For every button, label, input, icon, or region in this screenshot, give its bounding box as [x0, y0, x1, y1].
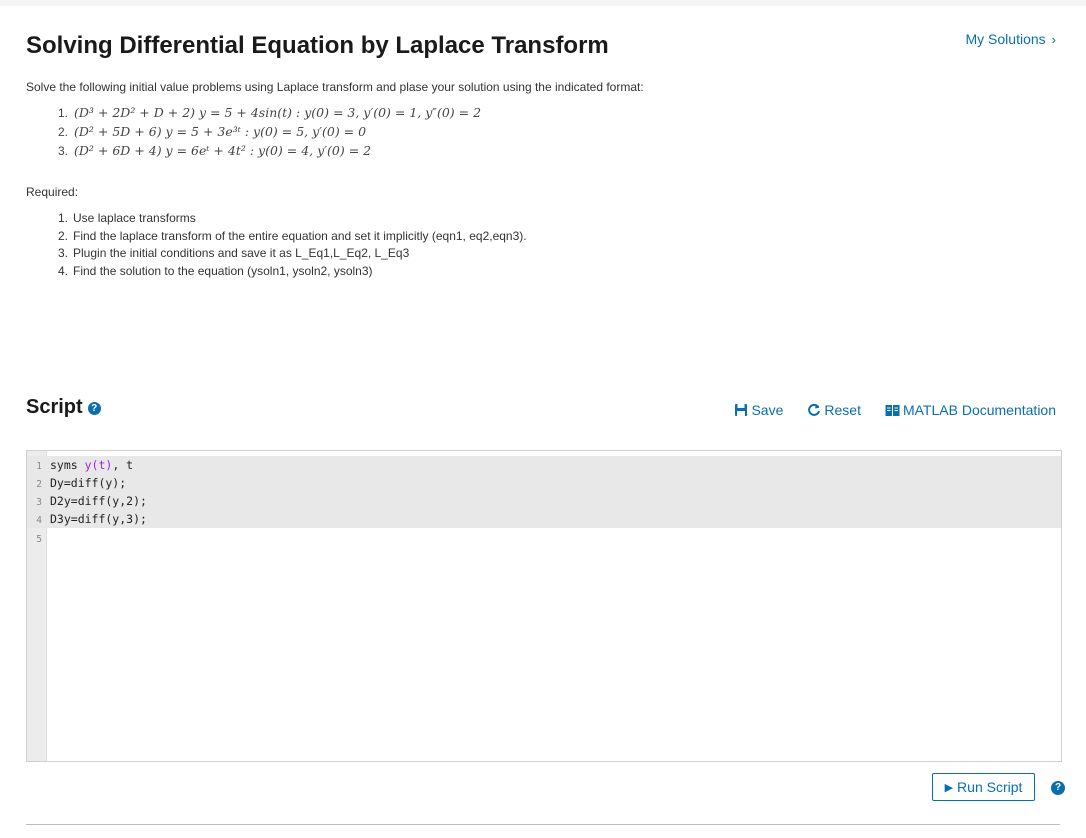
problem-intro: Solve the following initial value proble…: [26, 80, 644, 94]
required-list: 1. Use laplace transforms 2. Find the lapl…: [58, 210, 527, 280]
equation-text: (D² + 6D + 4) y = 6eᵗ + 4t² : y(0) = 4, …: [74, 143, 372, 158]
equation-item: 1. (D³ + 2D² + D + 2) y = 5 + 4sin(t) : y…: [58, 105, 482, 120]
equation-item: 3. (D² + 6D + 4) y = 6eᵗ + 4t² : y(0) = 4…: [58, 143, 372, 158]
required-item: 3. Plugin the initial conditions and save…: [58, 246, 410, 260]
equation-text: (D² + 5D + 6) y = 5 + 3e³ᵗ : y(0) = 5, y…: [74, 124, 367, 139]
equation-item: 2. (D² + 5D + 6) y = 5 + 3e³ᵗ : y(0) = 5,…: [58, 124, 367, 139]
page-title: Solving Differential Equation by Laplace…: [26, 32, 609, 59]
code-line[interactable]: 1 syms y(t), t: [27, 456, 1061, 474]
run-script-label: Run Script: [957, 779, 1023, 795]
equation-text: (D³ + 2D² + D + 2) y = 5 + 4sin(t) : y(0…: [74, 105, 482, 120]
required-item: 4. Find the solution to the equation (yso…: [58, 263, 373, 278]
docs-label: MATLAB Documentation: [902, 402, 1056, 418]
reset-button[interactable]: Reset: [807, 402, 861, 418]
script-heading: Script?: [26, 396, 101, 419]
reset-icon: [808, 403, 821, 416]
code-line[interactable]: 4 D3y=diff(y,3);: [27, 510, 1061, 528]
divider: [26, 824, 1060, 825]
reset-label: Reset: [824, 402, 861, 418]
help-icon[interactable]: ?: [1051, 781, 1065, 795]
matlab-documentation-link[interactable]: MATLAB Documentation: [885, 402, 1056, 418]
help-icon[interactable]: ?: [87, 402, 101, 415]
run-script-button[interactable]: ▶ Run Script: [932, 773, 1035, 801]
code-line[interactable]: 3 D2y=diff(y,2);: [27, 492, 1061, 510]
play-icon: ▶: [944, 781, 954, 794]
save-label: Save: [751, 402, 784, 418]
required-label: Required:: [26, 185, 79, 199]
my-solutions-link[interactable]: My Solutions ›: [966, 31, 1057, 47]
book-icon: [885, 404, 900, 416]
my-solutions-label: My Solutions: [965, 31, 1046, 47]
script-title: Script: [26, 396, 83, 418]
chevron-right-icon: ›: [1051, 32, 1056, 47]
equation-list: 1. (D³ + 2D² + D + 2) y = 5 + 4sin(t) : y…: [58, 103, 481, 160]
save-icon: [735, 404, 748, 416]
required-item: 2. Find the laplace transform of the enti…: [58, 228, 527, 243]
script-toolbar: Save Reset MATLAB Documentation: [734, 402, 1056, 418]
code-line[interactable]: 2 Dy=diff(y);: [27, 474, 1061, 492]
required-item: 1. Use laplace transforms: [58, 211, 196, 225]
save-button[interactable]: Save: [734, 402, 783, 418]
page: Solving Differential Equation by Laplace…: [0, 6, 1086, 838]
code-line[interactable]: 5: [27, 529, 50, 547]
code-editor[interactable]: 1 syms y(t), t 2 Dy=diff(y); 3 D2y=diff(y,2…: [26, 450, 1062, 762]
